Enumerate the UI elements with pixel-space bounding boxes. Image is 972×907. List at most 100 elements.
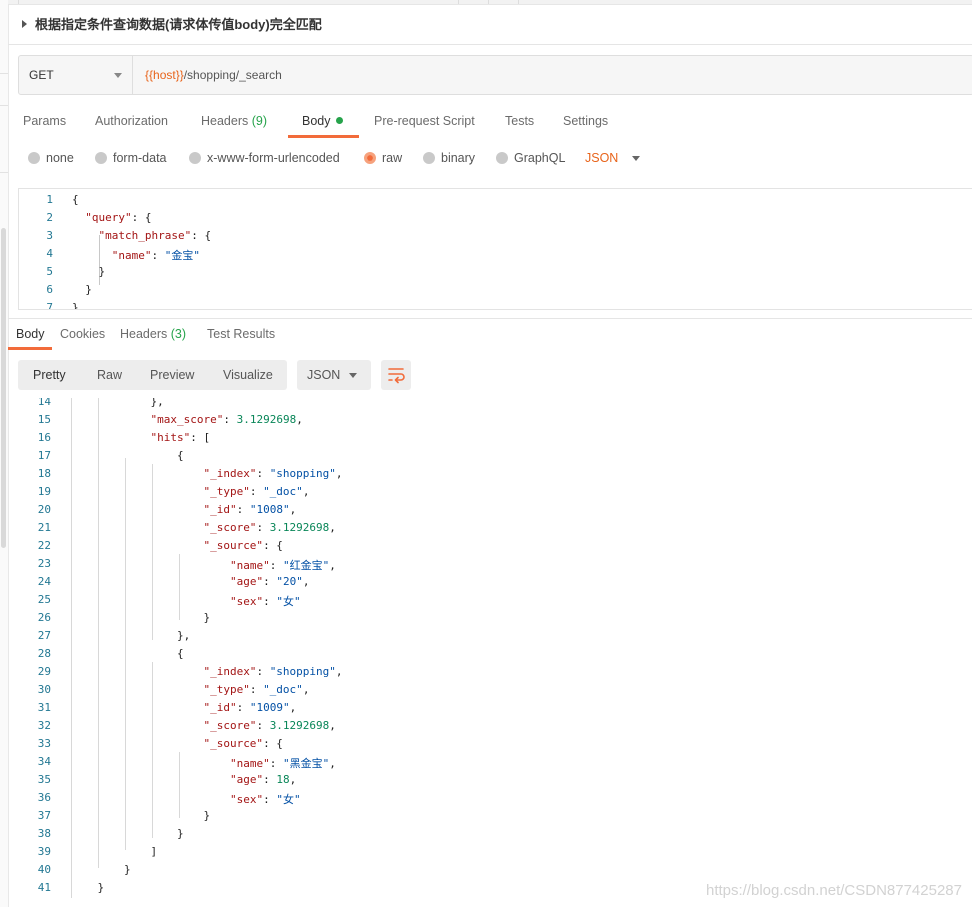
response-line-number: 15 <box>37 413 51 426</box>
request-line-number: 4 <box>46 247 53 260</box>
response-code-line: "age": "20", <box>229 575 310 588</box>
radio-circle-icon <box>95 152 107 164</box>
tab-authorization[interactable]: Authorization <box>95 114 168 128</box>
request-line-number: 2 <box>46 211 53 224</box>
tab-body-label: Body <box>302 114 331 128</box>
request-line-number: 5 <box>46 265 53 278</box>
resp-tab-test-results[interactable]: Test Results <box>207 327 275 341</box>
request-title[interactable]: 根据指定条件查询数据(请求体传值body)完全匹配 <box>22 14 322 33</box>
response-code-line: "_source": { <box>203 539 283 552</box>
response-code-line: "_type": "_doc", <box>203 485 310 498</box>
request-code-line: } <box>72 283 92 296</box>
response-line-number: 34 <box>37 755 51 768</box>
response-line-number: 16 <box>37 431 51 444</box>
response-code-line: }, <box>71 398 164 408</box>
tab-tests[interactable]: Tests <box>505 114 534 128</box>
view-raw-button[interactable]: Raw <box>97 368 122 382</box>
resp-tab-cookies[interactable]: Cookies <box>60 327 105 341</box>
response-line-number: 35 <box>37 773 51 786</box>
response-code-line: ] <box>71 845 158 858</box>
response-code-line: } <box>71 611 211 624</box>
sidebar-divider <box>0 105 8 106</box>
response-code-line: "_index": "shopping", <box>203 665 343 678</box>
response-line-number: 27 <box>37 629 51 642</box>
response-code-line: } <box>71 827 184 840</box>
url-variable: {{host}} <box>145 68 184 82</box>
view-visualize-button[interactable]: Visualize <box>223 368 273 382</box>
sidebar-divider <box>0 73 8 74</box>
tab-body[interactable]: Body <box>302 114 343 128</box>
radio-none[interactable]: none <box>28 151 74 165</box>
radio-urlencoded[interactable]: x-www-form-urlencoded <box>189 151 340 165</box>
response-line-number: 14 <box>37 398 51 408</box>
response-code-line: "_id": "1009", <box>203 701 297 714</box>
tab-edge <box>488 0 489 4</box>
response-line-number: 23 <box>37 557 51 570</box>
response-code-line: } <box>71 809 211 822</box>
url-path: /shopping/_search <box>183 68 282 82</box>
radio-form-data[interactable]: form-data <box>95 151 167 165</box>
request-line-number: 7 <box>46 301 53 310</box>
watermark: https://blog.csdn.net/CSDN877425287 <box>705 882 962 899</box>
response-code-line: "_score": 3.1292698, <box>203 719 336 732</box>
view-preview-button[interactable]: Preview <box>150 368 194 382</box>
response-line-number: 37 <box>37 809 51 822</box>
request-line-number: 1 <box>46 193 53 206</box>
response-line-number: 19 <box>37 485 51 498</box>
request-line-number: 6 <box>46 283 53 296</box>
radio-circle-icon <box>423 152 435 164</box>
response-code-line: }, <box>71 629 191 642</box>
response-line-number: 22 <box>37 539 51 552</box>
caret-right-icon[interactable] <box>22 19 27 28</box>
response-line-number: 29 <box>37 665 51 678</box>
request-code-line: { <box>72 193 79 206</box>
request-code-line: "query": { <box>85 211 152 224</box>
radio-circle-icon <box>496 152 508 164</box>
radio-form-data-label: form-data <box>113 151 167 165</box>
tab-edge <box>458 0 459 4</box>
radio-graphql[interactable]: GraphQL <box>496 151 565 165</box>
response-line-number: 21 <box>37 521 51 534</box>
radio-circle-icon <box>189 152 201 164</box>
url-input[interactable]: {{host}}/shopping/_search <box>145 68 282 82</box>
wrap-lines-icon <box>388 368 405 384</box>
resp-tab-headers[interactable]: Headers (3) <box>120 327 186 341</box>
resp-tab-body[interactable]: Body <box>16 327 45 341</box>
response-line-number: 38 <box>37 827 51 840</box>
tab-headers-label: Headers <box>201 114 249 128</box>
response-line-number: 33 <box>37 737 51 750</box>
headers-count-badge: (9) <box>251 114 268 128</box>
tab-edge <box>518 0 519 4</box>
radio-binary[interactable]: binary <box>423 151 475 165</box>
active-tab-underline <box>8 347 52 350</box>
request-body-editor[interactable]: 1 {2 "query": {3 "match_phrase": {4 "name… <box>18 188 972 310</box>
response-code-line: "sex": "女" <box>229 793 301 806</box>
radio-raw[interactable]: raw <box>364 151 402 165</box>
sidebar-scrollbar[interactable] <box>1 228 6 548</box>
wrap-lines-button[interactable] <box>381 360 411 390</box>
request-line-number: 3 <box>46 229 53 242</box>
response-code-line: "_id": "1008", <box>203 503 297 516</box>
chevron-down-icon <box>114 73 122 78</box>
tab-params[interactable]: Params <box>23 114 66 128</box>
response-line-number: 40 <box>37 863 51 876</box>
response-line-number: 25 <box>37 593 51 606</box>
radio-raw-label: raw <box>382 151 403 165</box>
chevron-down-icon <box>349 373 357 378</box>
divider <box>8 44 972 45</box>
body-indicator-dot <box>335 117 343 124</box>
response-body-viewer[interactable]: 14 }, 15 "max_score": 3.1292698, 16 "hits"… <box>8 398 972 907</box>
response-tabs: Body Cookies Headers (3) Test Results <box>8 318 972 350</box>
tab-settings[interactable]: Settings <box>563 114 608 128</box>
response-format-select[interactable]: JSON <box>297 360 371 390</box>
response-line-number: 24 <box>37 575 51 588</box>
tab-headers[interactable]: Headers (9) <box>201 114 267 128</box>
response-code-line: "name": "红金宝", <box>229 559 336 572</box>
view-pretty-button[interactable]: Pretty <box>33 368 66 382</box>
method-select[interactable]: GET <box>19 56 133 94</box>
body-format-select[interactable]: JSON <box>585 151 641 165</box>
response-line-number: 26 <box>37 611 51 624</box>
sidebar-divider <box>0 172 8 173</box>
tab-prerequest-script[interactable]: Pre-request Script <box>374 114 475 128</box>
response-line-number: 28 <box>37 647 51 660</box>
